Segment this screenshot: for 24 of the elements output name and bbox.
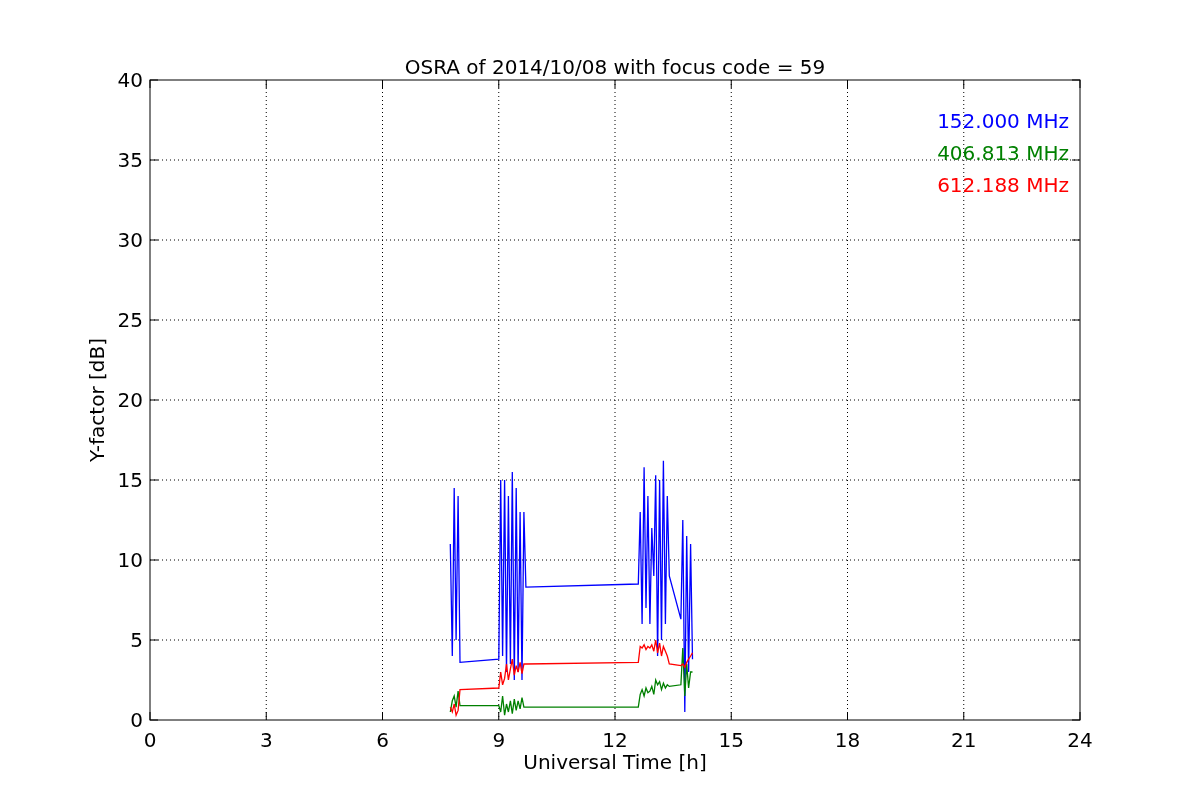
x-tick-label: 9 bbox=[492, 728, 506, 752]
y-tick-label: 30 bbox=[117, 228, 143, 252]
y-tick-label: 0 bbox=[130, 708, 143, 732]
x-tick-label: 18 bbox=[834, 728, 861, 752]
y-tick-label: 10 bbox=[117, 548, 143, 572]
x-axis-label: Universal Time [h] bbox=[523, 750, 707, 774]
legend-label: 152.000 MHz bbox=[937, 109, 1069, 133]
chart-title: OSRA of 2014/10/08 with focus code = 59 bbox=[404, 55, 826, 79]
y-tick-label: 15 bbox=[117, 468, 143, 492]
y-tick-label: 20 bbox=[117, 388, 143, 412]
y-axis-label: Y-factor [dB] bbox=[85, 338, 109, 462]
y-tick-label: 5 bbox=[130, 628, 143, 652]
x-tick-label: 12 bbox=[602, 728, 628, 752]
legend-label: 406.813 MHz bbox=[937, 141, 1069, 165]
y-tick-label: 40 bbox=[117, 68, 143, 92]
x-tick-label: 3 bbox=[259, 728, 273, 752]
legend-label: 612.188 MHz bbox=[937, 173, 1069, 197]
x-tick-label: 21 bbox=[951, 728, 977, 752]
y-tick-label: 25 bbox=[117, 308, 143, 332]
x-tick-label: 15 bbox=[718, 728, 744, 752]
x-tick-label: 0 bbox=[143, 728, 157, 752]
y-tick-label: 35 bbox=[117, 148, 143, 172]
x-tick-label: 24 bbox=[1067, 728, 1093, 752]
x-tick-label: 6 bbox=[376, 728, 389, 752]
